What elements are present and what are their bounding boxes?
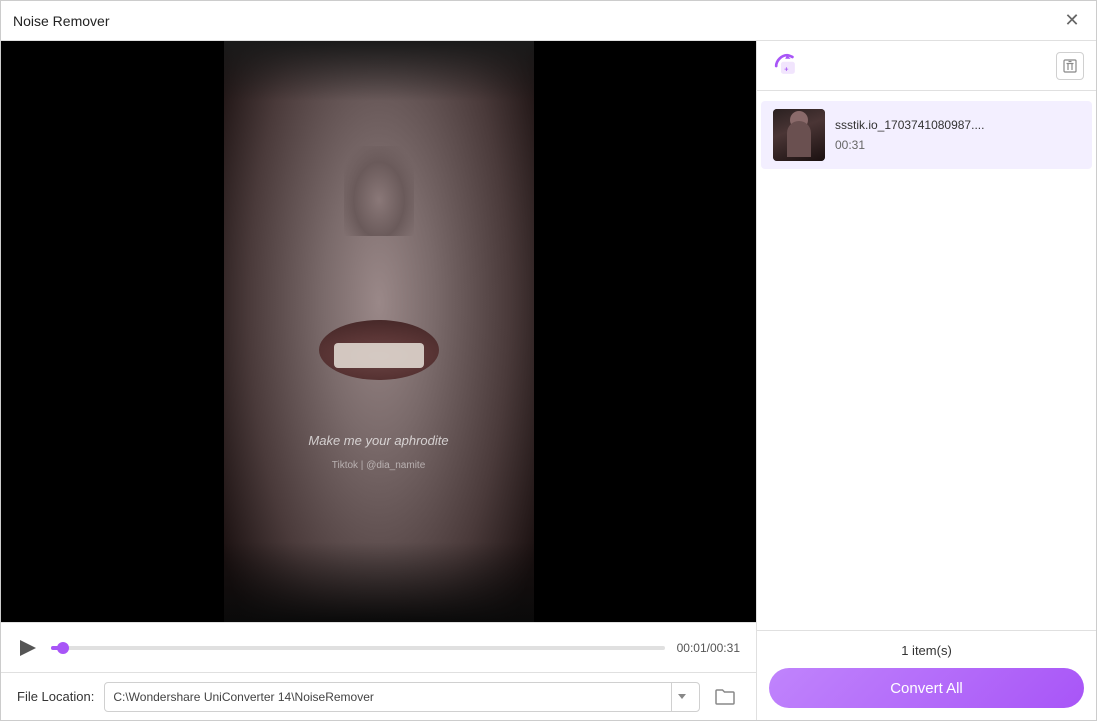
content-area: Make me your aphrodite Tiktok | @dia_nam…: [1, 41, 1096, 720]
svg-text:+: +: [784, 64, 788, 73]
play-icon: [20, 640, 36, 656]
file-list: ssstik.io_1703741080987.... 00:31: [757, 91, 1096, 630]
right-toolbar: +: [757, 41, 1096, 91]
clear-all-button[interactable]: [1056, 52, 1084, 80]
nose-graphic: [344, 146, 414, 236]
time-display: 00:01/00:31: [677, 641, 740, 655]
progress-track[interactable]: [51, 646, 665, 650]
file-duration: 00:31: [835, 138, 1080, 152]
file-location-label: File Location:: [17, 689, 94, 704]
file-item[interactable]: ssstik.io_1703741080987.... 00:31: [761, 101, 1092, 169]
hair-top: [224, 41, 534, 101]
file-location-bar: File Location: C:\Wondershare UniConvert…: [1, 672, 756, 720]
player-controls: 00:01/00:31: [1, 622, 756, 672]
left-panel: Make me your aphrodite Tiktok | @dia_nam…: [1, 41, 756, 720]
progress-thumb[interactable]: [57, 642, 69, 654]
convert-all-button[interactable]: Convert All: [769, 668, 1084, 708]
thumb-graphic: [773, 109, 825, 161]
file-thumbnail: [773, 109, 825, 161]
face-graphic: [224, 41, 534, 622]
file-name: ssstik.io_1703741080987....: [835, 118, 1080, 132]
teeth-graphic: [334, 343, 424, 368]
file-location-input[interactable]: C:\Wondershare UniConverter 14\NoiseRemo…: [104, 682, 700, 712]
clear-icon: [1063, 59, 1077, 73]
items-count: 1 item(s): [901, 643, 952, 658]
folder-icon: [715, 688, 735, 706]
main-window: Noise Remover ✕ Make me your aphrodite T…: [0, 0, 1097, 721]
right-bottom: 1 item(s) Convert All: [757, 630, 1096, 720]
window-title: Noise Remover: [13, 13, 109, 29]
right-panel: +: [756, 41, 1096, 720]
folder-button[interactable]: [710, 682, 740, 712]
file-info: ssstik.io_1703741080987.... 00:31: [835, 118, 1080, 152]
video-preview: Make me your aphrodite Tiktok | @dia_nam…: [1, 41, 756, 622]
video-area: Make me your aphrodite Tiktok | @dia_nam…: [1, 41, 756, 622]
file-location-path: C:\Wondershare UniConverter 14\NoiseRemo…: [113, 690, 671, 704]
title-bar: Noise Remover ✕: [1, 1, 1096, 41]
chevron-down-icon: [678, 694, 686, 699]
file-location-dropdown[interactable]: [671, 683, 691, 711]
play-button[interactable]: [17, 637, 39, 659]
close-button[interactable]: ✕: [1060, 9, 1084, 33]
app-logo: +: [769, 48, 805, 84]
thumb-figure: [787, 121, 811, 157]
hair-bottom: [224, 542, 534, 622]
